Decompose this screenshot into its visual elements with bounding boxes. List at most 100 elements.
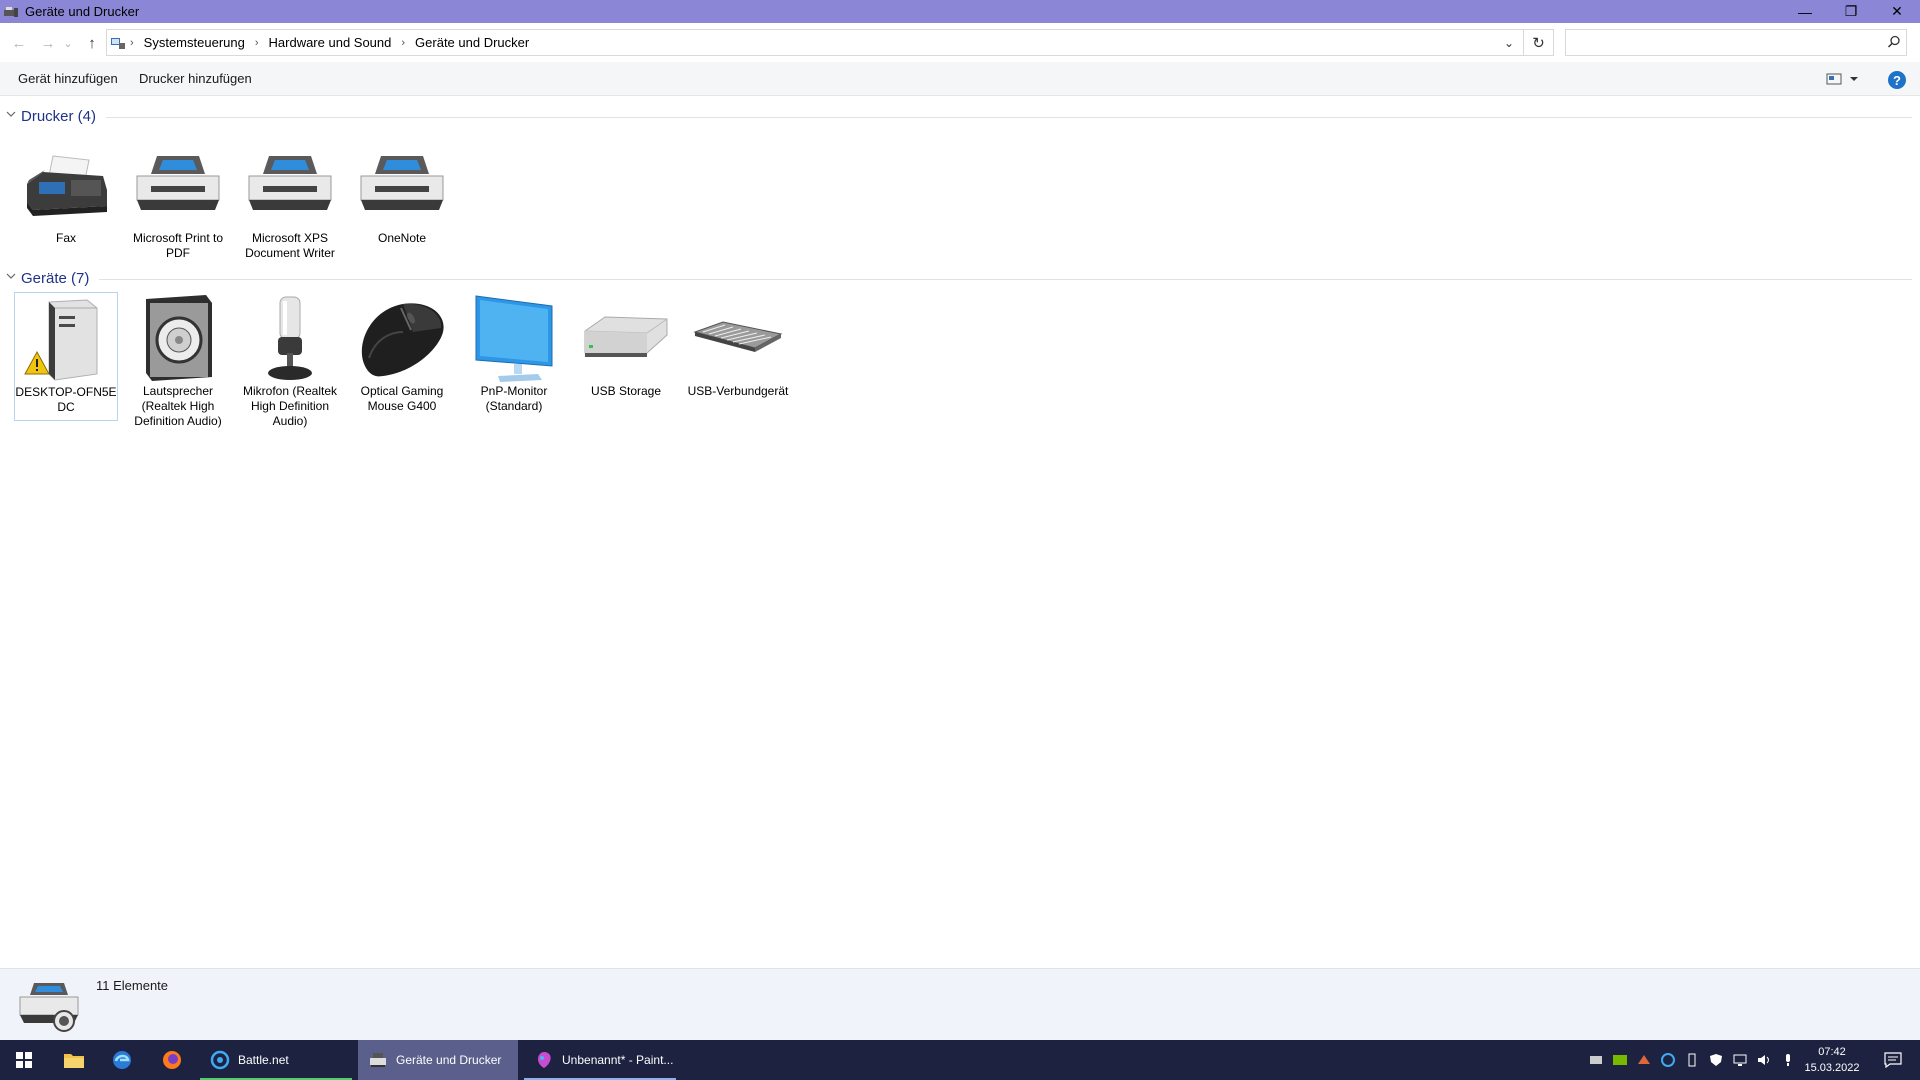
group-header-devices[interactable]: Geräte (7) (0, 267, 1912, 289)
group-divider (106, 116, 1912, 118)
clock[interactable]: 07:42 15.03.2022 (1800, 1044, 1864, 1076)
device-item-usb-composite[interactable]: USB-Verbundgerät (686, 292, 790, 399)
battlenet-icon (210, 1050, 230, 1070)
minimize-button[interactable]: — (1782, 0, 1828, 23)
firefox-icon (163, 1051, 181, 1069)
network-icon[interactable] (1732, 1052, 1748, 1068)
device-label: USB Storage (590, 384, 662, 398)
printer-icon (370, 1053, 386, 1067)
device-label: USB-Verbundgerät (687, 384, 789, 398)
group-header-printers[interactable]: Drucker (4) (0, 105, 1912, 127)
paint-icon (538, 1052, 551, 1068)
taskbar-app-paint[interactable]: Unbenannt* - Paint... (524, 1040, 676, 1080)
chevron-down-icon[interactable] (6, 273, 18, 284)
window-title: Geräte und Drucker (25, 4, 140, 19)
tray-app-icon[interactable] (1636, 1052, 1652, 1068)
search-input[interactable] (1572, 30, 1872, 55)
printer-icon (240, 139, 340, 231)
control-panel-icon (111, 37, 125, 49)
devices-printers-icon (19, 983, 79, 1032)
mouse-icon (352, 292, 452, 384)
forward-button[interactable]: → (37, 33, 59, 53)
monitor-icon (464, 292, 564, 384)
device-label: DESKTOP-OFN5E DC (15, 385, 117, 414)
command-bar: Gerät hinzufügen Drucker hinzufügen ? (0, 62, 1920, 96)
item-count: 11 Elemente (96, 978, 169, 993)
firefox-button[interactable] (148, 1040, 196, 1080)
restore-button[interactable]: ❐ (1828, 0, 1874, 23)
window-controls: — ❐ ✕ (1782, 0, 1920, 23)
chevron-down-icon[interactable] (6, 111, 18, 122)
security-icon[interactable] (1708, 1052, 1724, 1068)
device-label: Fax (55, 231, 76, 245)
windows-icon (16, 1052, 32, 1068)
add-printer-button[interactable]: Drucker hinzufügen (139, 71, 252, 86)
address-dropdown-button[interactable]: ⌄ (1497, 30, 1521, 55)
clock-date: 15.03.2022 (1804, 1062, 1860, 1074)
device-item-usb-storage[interactable]: USB Storage (574, 292, 678, 399)
volume-icon[interactable] (1756, 1052, 1772, 1068)
folder-icon (64, 1054, 84, 1068)
taskbar-app-label: Battle.net (238, 1053, 289, 1067)
device-item-fax[interactable]: Fax (14, 139, 118, 246)
back-button[interactable]: ← (8, 33, 30, 53)
device-label: OneNote (377, 231, 427, 245)
taskbar-app-devices-printers[interactable]: Geräte und Drucker (358, 1040, 518, 1080)
breadcrumb-geraete-und-drucker[interactable]: Geräte und Drucker (409, 35, 535, 50)
start-button[interactable] (0, 1040, 48, 1080)
device-label: Optical Gaming Mouse G400 (360, 384, 444, 413)
device-label: Mikrofon (Realtek High Definition Audio) (242, 384, 338, 428)
tray-app-icon[interactable] (1588, 1052, 1604, 1068)
speaker-icon (128, 292, 228, 384)
group-title: Geräte (7) (21, 269, 90, 287)
device-label: Microsoft Print to PDF (132, 231, 224, 260)
refresh-button[interactable]: ↻ (1523, 30, 1553, 55)
device-item-speaker[interactable]: Lautsprecher (Realtek High Definition Au… (126, 292, 230, 429)
edge-icon (113, 1051, 131, 1069)
breadcrumb-systemsteuerung[interactable]: Systemsteuerung (138, 35, 251, 50)
taskbar-app-label: Geräte und Drucker (396, 1053, 502, 1067)
title-bar: Geräte und Drucker — ❐ ✕ (0, 0, 1920, 23)
battlenet-tray-icon[interactable] (1660, 1052, 1676, 1068)
file-explorer-button[interactable] (50, 1040, 98, 1080)
device-item-microsoft-xps-document-writer[interactable]: Microsoft XPS Document Writer (238, 139, 342, 261)
device-label: Lautsprecher (Realtek High Definition Au… (134, 384, 222, 428)
taskbar: Battle.net Geräte und Drucker Unbenannt*… (0, 1040, 1920, 1080)
add-device-button[interactable]: Gerät hinzufügen (18, 71, 118, 86)
breadcrumb-separator[interactable]: › (251, 37, 263, 49)
microphone-icon (240, 292, 340, 384)
nvidia-icon[interactable] (1612, 1052, 1628, 1068)
action-center-button[interactable] (1870, 1040, 1916, 1080)
search-icon[interactable] (1886, 34, 1902, 50)
device-item-mouse[interactable]: Optical Gaming Mouse G400 (350, 292, 454, 414)
device-item-desktop-computer[interactable]: DESKTOP-OFN5E DC (14, 292, 118, 421)
notification-icon (1884, 1052, 1902, 1068)
usb-tray-icon[interactable] (1684, 1052, 1700, 1068)
address-bar[interactable]: › Systemsteuerung › Hardware und Sound ›… (106, 29, 1554, 56)
close-button[interactable]: ✕ (1874, 0, 1920, 23)
address-row: ← → ⌄ ↑ › Systemsteuerung › Hardware und… (0, 23, 1920, 62)
device-item-microphone[interactable]: Mikrofon (Realtek High Definition Audio) (238, 292, 342, 429)
breadcrumb-hardware-und-sound[interactable]: Hardware und Sound (263, 35, 398, 50)
device-label: Microsoft XPS Document Writer (245, 231, 335, 260)
fax-icon (16, 139, 116, 231)
change-view-button[interactable] (1826, 71, 1862, 87)
microphone-tray-icon[interactable] (1780, 1052, 1796, 1068)
keyboard-icon (688, 292, 788, 384)
details-pane: 11 Elemente (0, 968, 1920, 1040)
group-divider (99, 278, 1912, 280)
device-item-monitor[interactable]: PnP-Monitor (Standard) (462, 292, 566, 414)
device-item-onenote[interactable]: OneNote (350, 139, 454, 246)
clock-time: 07:42 (1818, 1046, 1846, 1058)
group-title: Drucker (4) (21, 107, 97, 125)
recent-locations-button[interactable]: ⌄ (61, 33, 75, 53)
content-area: Drucker (4) Fax Microsoft Print to PDF M… (0, 97, 1920, 968)
breadcrumb-separator[interactable]: › (397, 37, 409, 49)
up-button[interactable]: ↑ (81, 33, 103, 53)
taskbar-app-battlenet[interactable]: Battle.net (200, 1040, 352, 1080)
device-item-microsoft-print-to-pdf[interactable]: Microsoft Print to PDF (126, 139, 230, 261)
edge-button[interactable] (98, 1040, 146, 1080)
help-button[interactable]: ? (1888, 71, 1906, 89)
chevron-down-icon (1850, 77, 1858, 81)
printer-icon (128, 139, 228, 231)
